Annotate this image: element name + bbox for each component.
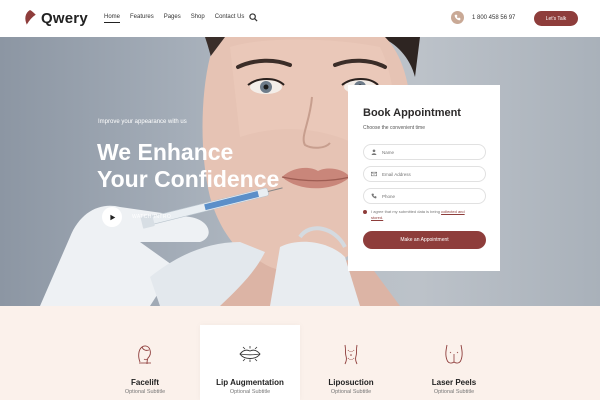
nav-features[interactable]: Features xyxy=(130,14,154,23)
service-laser-peels[interactable]: Laser Peels Optional Subtitle xyxy=(404,306,504,400)
agree-checkbox[interactable] xyxy=(363,210,367,214)
body-icon xyxy=(344,344,358,365)
phone-number[interactable]: 1 800 458 56 97 xyxy=(472,15,515,21)
make-appointment-button[interactable]: Make an Appointment xyxy=(363,231,486,249)
lips-icon xyxy=(239,346,261,362)
phone-input[interactable] xyxy=(382,193,472,199)
appointment-title: Book Appointment xyxy=(363,107,461,119)
hero-title-line-2: Your Confidence xyxy=(97,166,280,192)
service-subtitle: Optional Subtitle xyxy=(330,389,372,395)
service-subtitle: Optional Subtitle xyxy=(433,389,475,395)
search-icon[interactable] xyxy=(249,13,258,22)
agree-text: I agree that my submitted data is being … xyxy=(371,209,471,221)
phone-icon xyxy=(451,11,464,24)
service-subtitle: Optional Subtitle xyxy=(124,389,166,395)
name-input[interactable] xyxy=(382,149,472,155)
service-subtitle: Optional Subtitle xyxy=(229,389,271,395)
lets-talk-button[interactable]: Let's Talk xyxy=(534,11,578,26)
user-icon xyxy=(371,149,377,155)
nav-pages[interactable]: Pages xyxy=(164,14,181,23)
hips-icon xyxy=(445,344,463,364)
appointment-subtitle: Choose the convenient time xyxy=(363,125,425,131)
hero-tagline: Improve your appearance with us xyxy=(98,119,187,125)
service-title: Liposuction xyxy=(328,378,374,387)
play-button[interactable] xyxy=(102,207,122,227)
envelope-icon xyxy=(371,171,377,177)
play-icon xyxy=(109,214,115,220)
logo-leaf-icon xyxy=(25,10,37,26)
nav-home[interactable]: Home xyxy=(104,14,121,23)
appointment-card: Book Appointment Choose the convenient t… xyxy=(348,85,500,271)
service-title: Lip Augmentation xyxy=(216,378,284,387)
hero-image xyxy=(40,37,420,306)
site-header: Qwery Home Features Pages Shop Contact U… xyxy=(0,0,600,37)
nav-contact[interactable]: Contact Us xyxy=(215,14,245,23)
name-field[interactable] xyxy=(363,144,486,160)
email-field[interactable] xyxy=(363,166,486,182)
service-lip-augmentation[interactable]: Lip Augmentation Optional Subtitle xyxy=(200,325,300,400)
service-liposuction[interactable]: Liposuction Optional Subtitle xyxy=(301,306,401,400)
hero-title-line-1: We Enhance xyxy=(97,139,234,165)
hero-title: We Enhance Your Confidence xyxy=(97,139,279,193)
service-title: Laser Peels xyxy=(431,378,477,387)
face-icon xyxy=(138,345,151,365)
hero-section: Improve your appearance with us We Enhan… xyxy=(0,37,600,306)
email-input[interactable] xyxy=(382,171,472,177)
service-title: Facelift xyxy=(130,378,159,387)
logo-text: Qwery xyxy=(41,9,88,27)
main-nav: Home Features Pages Shop Contact Us xyxy=(104,14,244,23)
logo[interactable]: Qwery xyxy=(22,9,88,27)
phone-field-icon xyxy=(371,193,377,199)
agree-row: I agree that my submitted data is being … xyxy=(363,209,471,221)
watch-intro-label[interactable]: WATCH INTRO xyxy=(132,214,171,220)
phone-field[interactable] xyxy=(363,188,486,204)
nav-shop[interactable]: Shop xyxy=(191,14,205,23)
service-facelift[interactable]: Facelift Optional Subtitle xyxy=(95,306,195,400)
services-section: Facelift Optional Subtitle Lip Augmentat… xyxy=(0,306,600,400)
agree-label: I agree that my submitted data is being xyxy=(371,209,440,214)
